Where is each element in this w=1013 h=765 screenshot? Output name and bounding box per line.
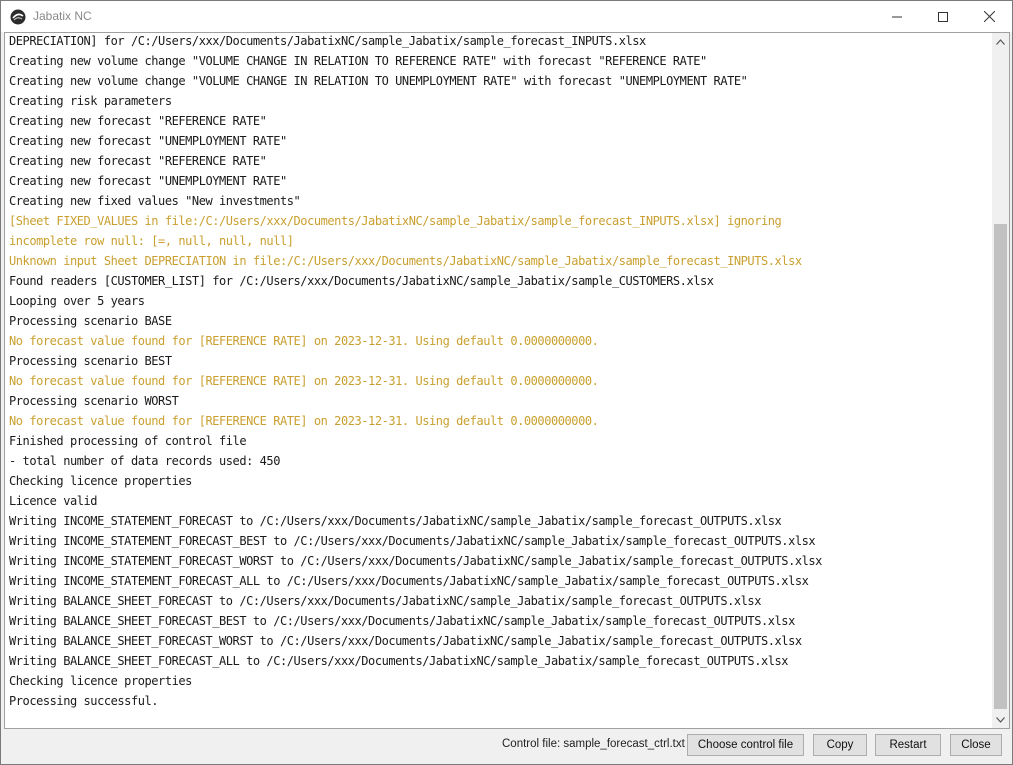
log-line-warning: Unknown input Sheet DEPRECIATION in file… [9, 254, 802, 268]
window-title: Jabatix NC [33, 9, 92, 23]
log-line: Writing BALANCE_SHEET_FORECAST_WORST to … [9, 634, 802, 648]
choose-control-file-button[interactable]: Choose control file [687, 734, 804, 756]
bottom-toolbar: Control file: sample_forecast_ctrl.txt C… [1, 730, 1012, 764]
maximize-icon [938, 11, 948, 22]
log-line: DEPRECIATION] for /C:/Users/xxx/Document… [9, 34, 646, 48]
log-line: Checking licence properties [9, 674, 192, 688]
chevron-down-icon [996, 716, 1005, 723]
vertical-scrollbar[interactable] [992, 33, 1009, 728]
minimize-button[interactable] [874, 1, 920, 32]
log-line: Writing BALANCE_SHEET_FORECAST_BEST to /… [9, 614, 795, 628]
log-line: Writing INCOME_STATEMENT_FORECAST_ALL to… [9, 574, 809, 588]
log-line: - total number of data records used: 450 [9, 454, 280, 468]
close-button[interactable]: Close [950, 734, 1002, 756]
log-line: Creating new forecast "UNEMPLOYMENT RATE… [9, 134, 287, 148]
scroll-thumb[interactable] [994, 224, 1007, 709]
log-line: Creating risk parameters [9, 94, 172, 108]
restart-button[interactable]: Restart [875, 734, 941, 756]
log-line-warning: incomplete row null: [=, null, null, nul… [9, 234, 294, 248]
log-output[interactable]: DEPRECIATION] for /C:/Users/xxx/Document… [4, 32, 1010, 729]
log-line: Creating new forecast "REFERENCE RATE" [9, 114, 267, 128]
chevron-up-icon [996, 38, 1005, 45]
log-line: Creating new volume change "VOLUME CHANG… [9, 74, 748, 88]
log-line-warning: No forecast value found for [REFERENCE R… [9, 374, 599, 388]
close-icon [983, 11, 995, 22]
close-window-button[interactable] [966, 1, 1012, 32]
log-line: Writing INCOME_STATEMENT_FORECAST_WORST … [9, 554, 822, 568]
log-line-warning: No forecast value found for [REFERENCE R… [9, 414, 599, 428]
log-line: Processing scenario BEST [9, 354, 172, 368]
log-line: Writing BALANCE_SHEET_FORECAST to /C:/Us… [9, 594, 761, 608]
app-logo-icon [10, 9, 26, 25]
log-line: Processing successful. [9, 694, 159, 708]
log-line: Processing scenario WORST [9, 394, 179, 408]
log-line: Creating new fixed values "New investmen… [9, 194, 301, 208]
log-line-warning: No forecast value found for [REFERENCE R… [9, 334, 599, 348]
scroll-up-button[interactable] [992, 33, 1009, 50]
log-line-warning: [Sheet FIXED_VALUES in file:/C:/Users/xx… [9, 214, 782, 228]
log-line: Creating new forecast "REFERENCE RATE" [9, 154, 267, 168]
minimize-icon [892, 16, 902, 17]
log-line: Finished processing of control file [9, 434, 247, 448]
log-line: Writing INCOME_STATEMENT_FORECAST to /C:… [9, 514, 782, 528]
log-line: Writing INCOME_STATEMENT_FORECAST_BEST t… [9, 534, 816, 548]
log-line: Writing BALANCE_SHEET_FORECAST_ALL to /C… [9, 654, 789, 668]
control-file-label: Control file: sample_forecast_ctrl.txt [502, 738, 685, 750]
log-lines: DEPRECIATION] for /C:/Users/xxx/Document… [9, 33, 993, 711]
title-bar[interactable]: Jabatix NC [1, 1, 1012, 32]
maximize-button[interactable] [920, 1, 966, 32]
log-line: Licence valid [9, 494, 98, 508]
log-line: Creating new forecast "UNEMPLOYMENT RATE… [9, 174, 287, 188]
app-window: Jabatix NC DEPRECIATION] for /C:/Users/x… [0, 0, 1013, 765]
copy-button[interactable]: Copy [813, 734, 867, 756]
scroll-down-button[interactable] [992, 711, 1009, 728]
log-line: Creating new volume change "VOLUME CHANG… [9, 54, 707, 68]
log-line: Checking licence properties [9, 474, 192, 488]
log-line: Found readers [CUSTOMER_LIST] for /C:/Us… [9, 274, 714, 288]
log-line: Processing scenario BASE [9, 314, 172, 328]
log-line: Looping over 5 years [9, 294, 145, 308]
